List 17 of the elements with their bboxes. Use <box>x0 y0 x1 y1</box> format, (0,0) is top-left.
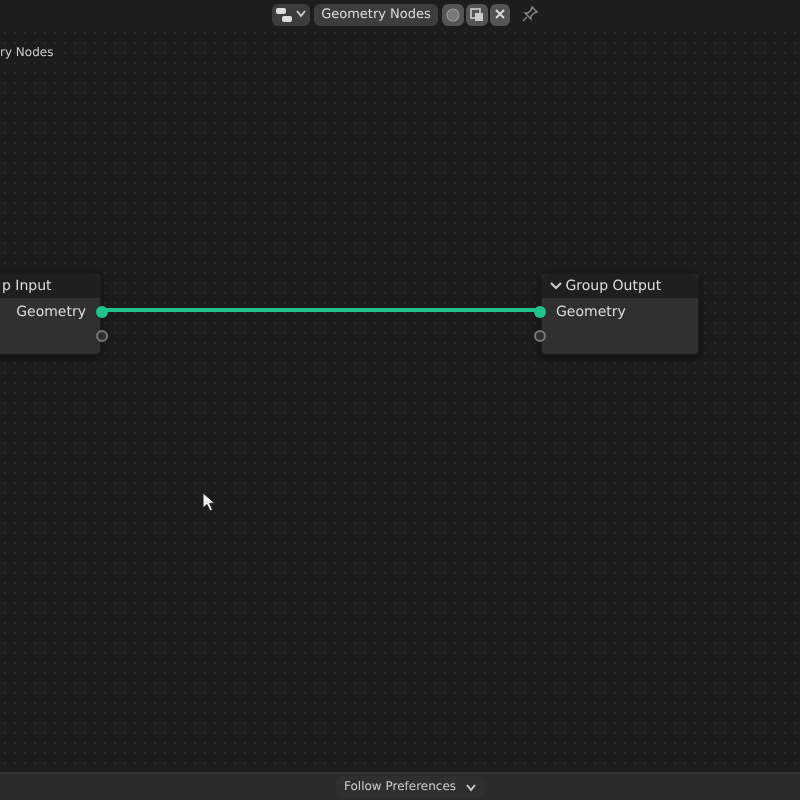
close-icon <box>494 8 507 20</box>
editor-type-button[interactable] <box>272 3 310 25</box>
unlink-button[interactable] <box>490 3 511 25</box>
caret-icon <box>295 10 306 18</box>
copy-icon <box>470 7 485 21</box>
chevron-icon[interactable] <box>550 282 562 290</box>
duplicate-button[interactable] <box>466 3 489 25</box>
caret-icon <box>466 783 476 791</box>
mouse-cursor-icon <box>202 492 216 512</box>
fake-user-button[interactable] <box>442 3 465 25</box>
node-editor-icon <box>276 6 293 22</box>
pin-icon[interactable] <box>521 6 538 22</box>
socket-dot[interactable] <box>534 330 546 342</box>
shield-icon <box>446 7 461 21</box>
socket-dot[interactable] <box>96 306 108 318</box>
socket-dot[interactable] <box>96 330 108 342</box>
socket-dot[interactable] <box>534 306 546 318</box>
